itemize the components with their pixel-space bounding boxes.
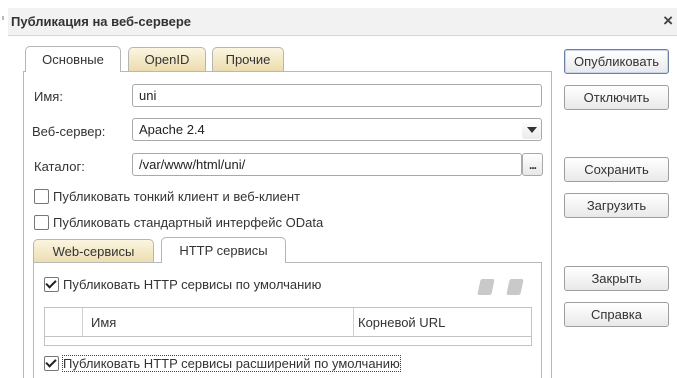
web-server-label: Веб-сервер: bbox=[32, 124, 106, 139]
thin-client-checkbox[interactable] bbox=[34, 189, 49, 204]
disable-button[interactable]: Отключить bbox=[564, 85, 669, 110]
title-bar: Публикация на веб-сервере × bbox=[8, 8, 677, 36]
tab-main-label: Основные bbox=[42, 52, 104, 67]
chevron-down-icon bbox=[526, 126, 537, 133]
http-services-table-header: Имя Корневой URL bbox=[44, 307, 532, 337]
tab-main[interactable]: Основные bbox=[25, 46, 121, 72]
tab-other-label: Прочие bbox=[225, 52, 271, 67]
column-name-label: Имя bbox=[91, 314, 117, 330]
odata-checkbox[interactable] bbox=[34, 215, 49, 230]
http-ext-default-label: Публиковать HTTP сервисы расширений по у… bbox=[62, 355, 401, 372]
save-button[interactable]: Сохранить bbox=[564, 157, 669, 182]
help-button[interactable]: Справка bbox=[564, 302, 669, 327]
web-server-value: Apache 2.4 bbox=[139, 122, 205, 137]
thin-client-label: Публиковать тонкий клиент и веб-клиент bbox=[53, 189, 301, 204]
tab-http-services-label: HTTP сервисы bbox=[179, 243, 268, 258]
window-title: Публикация на веб-сервере bbox=[11, 14, 192, 29]
name-input-value: uni bbox=[139, 88, 157, 103]
load-button[interactable]: Загрузить bbox=[564, 193, 669, 218]
name-input[interactable]: uni bbox=[132, 84, 542, 107]
web-server-dropdown-button[interactable] bbox=[522, 120, 541, 139]
window-edge-mark bbox=[2, 16, 4, 20]
tab-web-services-label: Web-сервисы bbox=[52, 244, 135, 259]
odata-row[interactable]: Публиковать стандартный интерфейс OData bbox=[34, 215, 323, 230]
close-icon[interactable]: × bbox=[663, 11, 673, 31]
tab-http-services[interactable]: HTTP сервисы bbox=[161, 237, 286, 263]
column-root-url[interactable]: Корневой URL bbox=[354, 308, 531, 336]
tab-other[interactable]: Прочие bbox=[212, 47, 284, 71]
web-server-select[interactable]: Apache 2.4 bbox=[132, 118, 542, 141]
http-default-label: Публиковать HTTP сервисы по умолчанию bbox=[63, 277, 322, 292]
catalog-input[interactable]: /var/www/html/uni/ bbox=[132, 153, 522, 176]
http-ext-default-checkbox[interactable] bbox=[44, 356, 59, 371]
publish-button[interactable]: Опубликовать bbox=[564, 49, 669, 74]
tab-openid[interactable]: OpenID bbox=[128, 47, 206, 71]
tab-web-services[interactable]: Web-сервисы bbox=[33, 239, 154, 263]
column-name[interactable]: Имя bbox=[83, 308, 354, 336]
http-default-row[interactable]: Публиковать HTTP сервисы по умолчанию bbox=[44, 277, 321, 292]
name-label: Имя: bbox=[34, 89, 63, 104]
tab-openid-label: OpenID bbox=[144, 52, 190, 67]
table-indicator-column bbox=[45, 308, 83, 336]
http-default-checkbox[interactable] bbox=[44, 277, 59, 292]
catalog-input-value: /var/www/html/uni/ bbox=[139, 157, 246, 172]
catalog-label: Каталог: bbox=[34, 159, 85, 174]
catalog-browse-button[interactable]: ... bbox=[522, 153, 543, 176]
odata-label: Публиковать стандартный интерфейс OData bbox=[53, 215, 324, 230]
column-root-url-label: Корневой URL bbox=[358, 314, 446, 330]
http-ext-default-row[interactable]: Публиковать HTTP сервисы расширений по у… bbox=[44, 355, 401, 372]
thin-client-row[interactable]: Публиковать тонкий клиент и веб-клиент bbox=[34, 189, 300, 204]
http-services-table-body[interactable] bbox=[44, 337, 532, 346]
close-button[interactable]: Закрыть bbox=[564, 266, 669, 291]
